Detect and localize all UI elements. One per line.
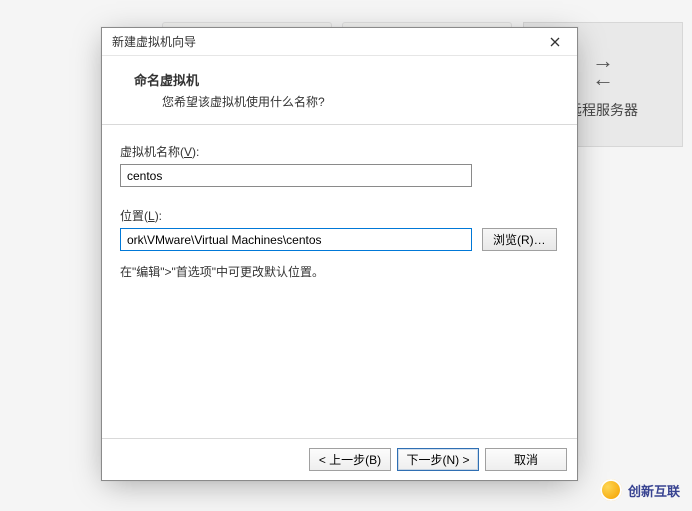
- vm-location-label: 位置(L):: [120, 207, 559, 224]
- wizard-step-subtitle: 您希望该虚拟机使用什么名称?: [162, 93, 559, 110]
- back-button[interactable]: < 上一步(B): [309, 448, 391, 471]
- vm-name-input[interactable]: [120, 164, 472, 187]
- watermark-logo-icon: [600, 479, 622, 501]
- cancel-button[interactable]: 取消: [485, 448, 567, 471]
- watermark-text: 创新互联: [628, 481, 680, 500]
- next-button[interactable]: 下一步(N) >: [397, 448, 479, 471]
- dialog-title: 新建虚拟机向导: [112, 33, 539, 50]
- watermark: 创新互联: [600, 479, 680, 501]
- wizard-step-title: 命名虚拟机: [134, 70, 559, 89]
- close-icon[interactable]: [539, 31, 571, 53]
- remote-server-label: 远程服务器: [568, 100, 638, 120]
- browse-button[interactable]: 浏览(R)…: [482, 228, 557, 251]
- wizard-content: 虚拟机名称(V): 位置(L): 浏览(R)… 在"编辑">"首选项"中可更改默…: [102, 125, 577, 438]
- location-hint-text: 在"编辑">"首选项"中可更改默认位置。: [120, 263, 559, 280]
- wizard-header: 命名虚拟机 您希望该虚拟机使用什么名称?: [102, 56, 577, 125]
- new-vm-wizard-dialog: 新建虚拟机向导 命名虚拟机 您希望该虚拟机使用什么名称? 虚拟机名称(V): 位…: [101, 27, 578, 481]
- dialog-title-bar: 新建虚拟机向导: [102, 28, 577, 56]
- vm-name-label: 虚拟机名称(V):: [120, 143, 559, 160]
- transfer-icon: → ←: [583, 50, 623, 90]
- wizard-button-bar: < 上一步(B) 下一步(N) > 取消: [102, 438, 577, 480]
- vm-location-input[interactable]: [120, 228, 472, 251]
